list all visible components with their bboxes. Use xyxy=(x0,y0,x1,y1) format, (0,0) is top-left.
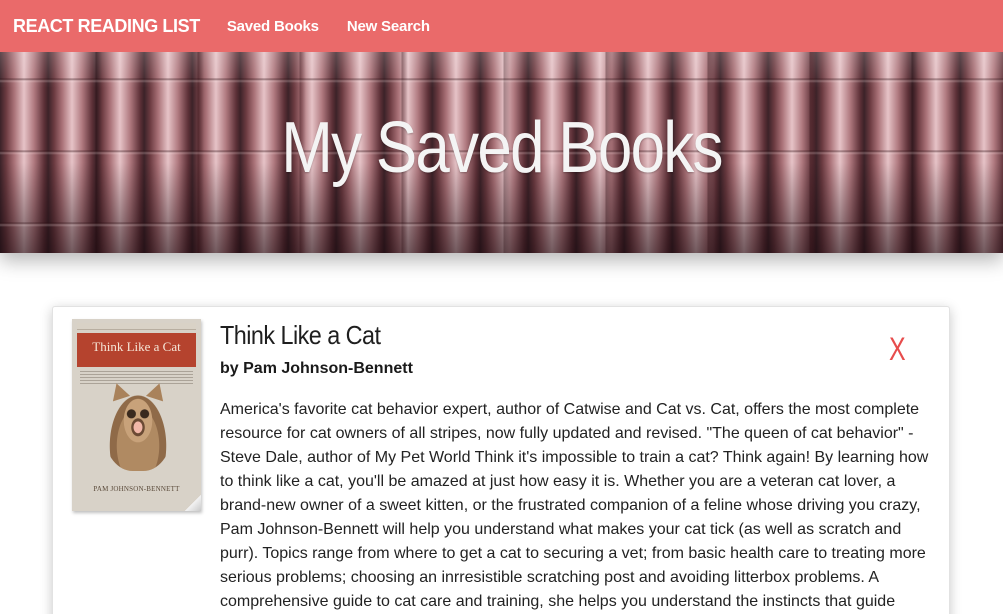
cover-top-strip xyxy=(77,323,196,330)
cover-blurb xyxy=(80,371,193,385)
page-title: My Saved Books xyxy=(281,108,723,188)
cover-title-text: Think Like a Cat xyxy=(92,339,181,354)
book-description: America's favorite cat behavior expert, … xyxy=(220,401,929,610)
book-cover-image[interactable]: Think Like a Cat PAM JOHNSON-BENNETT xyxy=(72,319,201,511)
nav-link-new-search[interactable]: New Search xyxy=(347,18,430,35)
cover-author-text: PAM JOHNSON-BENNETT xyxy=(93,485,180,493)
book-card: Think Like a Cat PAM JOHNSON-BENNETT Thi… xyxy=(52,306,950,614)
brand-link[interactable]: REACT READING LIST xyxy=(13,16,200,37)
book-title: Think Like a Cat xyxy=(220,320,381,350)
nav-link-saved-books[interactable]: Saved Books xyxy=(227,18,319,35)
book-author: by Pam Johnson-Bennett xyxy=(220,360,413,377)
hero-banner: My Saved Books xyxy=(0,52,1003,253)
kitten-illustration xyxy=(105,387,171,471)
navbar: REACT READING LIST Saved Books New Searc… xyxy=(0,0,1003,52)
cover-title-band: Think Like a Cat xyxy=(77,333,196,367)
page-curl xyxy=(185,495,201,511)
delete-book-button[interactable]: X xyxy=(889,333,906,365)
